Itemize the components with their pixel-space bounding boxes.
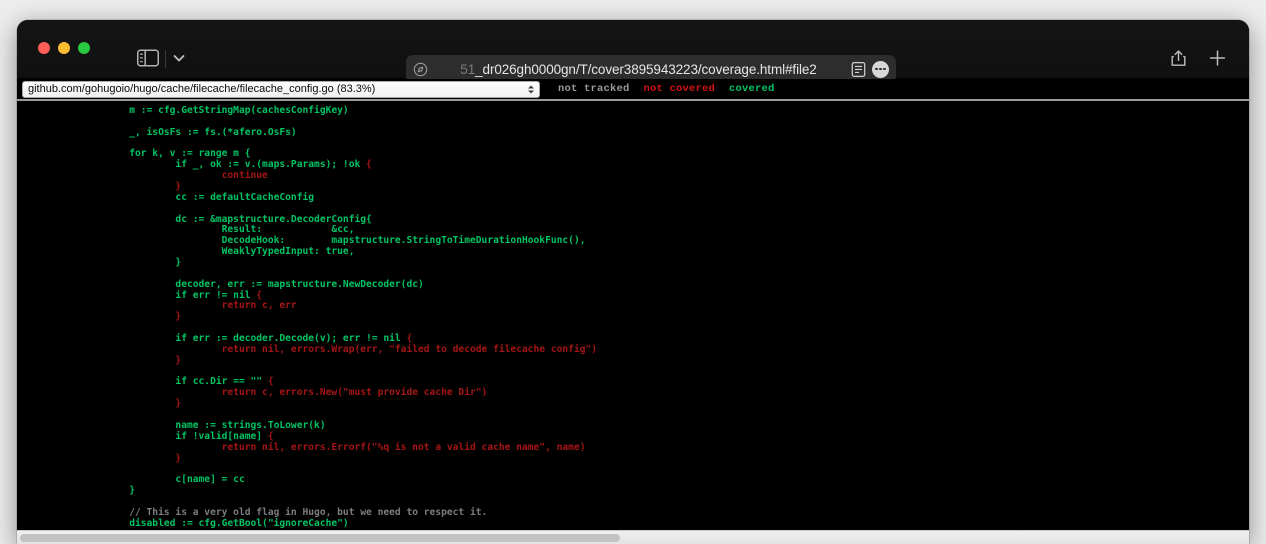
screen: 51_dr026gh0000gn/T/cover3895943223/cover… (0, 0, 1266, 544)
coverage-toolbar: github.com/gohugoio/hugo/cache/filecache… (17, 79, 1249, 101)
legend-not-tracked: not tracked (558, 83, 630, 95)
browser-titlebar: 51_dr026gh0000gn/T/cover3895943223/cover… (17, 20, 1249, 83)
code-segment: continue (83, 170, 268, 182)
reader-view-icon[interactable] (851, 61, 866, 78)
code-segment: } (83, 398, 182, 410)
toolbar-divider (165, 50, 166, 68)
legend-not-covered: not covered (643, 83, 716, 95)
code-segment: decoder, err := mapstructure.NewDecoder(… (83, 278, 424, 290)
code-segment: { (267, 430, 274, 442)
code-segment: return nil, errors.Wrap(err, "failed to … (83, 343, 598, 355)
code-segment: DecodeHook: mapstructure.StringToTimeDur… (83, 235, 586, 247)
legend-covered: covered (729, 83, 775, 95)
code-segment: _, isOsFs := fs.(*afero.OsFs) (83, 126, 297, 138)
code-segment: name := strings.ToLower(k) (83, 419, 326, 431)
code-segment: for k, v := range m { (83, 148, 251, 160)
code-segment: disabled := cfg.GetBool("ignoreCache") (83, 517, 349, 529)
share-icon[interactable] (1170, 48, 1187, 68)
code-segment: } (83, 452, 182, 464)
horizontal-scrollbar[interactable] (17, 530, 1249, 544)
scrollbar-thumb[interactable] (20, 534, 620, 542)
code-segment: // This is a very old flag in Hugo, but … (83, 506, 488, 518)
url-dim-prefix: 51 (460, 61, 476, 77)
code-segment: cc := defaultCacheConfig (83, 191, 315, 203)
url-main: _dr026gh0000gn/T/cover3895943223/coverag… (475, 61, 817, 77)
coverage-code-area: m := cfg.GetStringMap(cachesConfigKey) _… (17, 101, 1249, 544)
compass-icon (413, 62, 428, 77)
code-segment: { (267, 376, 274, 388)
code-segment: if cc.Dir == "" (83, 376, 268, 388)
close-button[interactable] (38, 42, 50, 54)
code-segment: } (83, 311, 182, 323)
ellipsis-icon[interactable] (872, 60, 889, 78)
code-segment: return nil, errors.Errorf("%q is not a v… (83, 441, 586, 453)
browser-window: 51_dr026gh0000gn/T/cover3895943223/cover… (17, 20, 1249, 544)
code-segment: } (83, 354, 182, 366)
code-segment: return c, errors.New("must provide cache… (83, 387, 488, 399)
code-segment: } (83, 257, 182, 269)
code-segment: if err := decoder.Decode(v); err != nil (83, 333, 407, 345)
code-segment: if err != nil (83, 289, 257, 301)
zoom-button[interactable] (78, 42, 90, 54)
minimize-button[interactable] (58, 42, 70, 54)
select-stepper-arrows[interactable] (525, 82, 536, 97)
code-segment: return c, err (83, 300, 297, 312)
new-tab-icon[interactable] (1208, 49, 1227, 68)
code-segment: if !valid[name] (83, 430, 268, 442)
file-selector[interactable]: github.com/gohugoio/hugo/cache/filecache… (22, 80, 540, 98)
code-segment: WeaklyTypedInput: true, (83, 246, 355, 258)
code-segment: Result: &cc, (83, 224, 355, 236)
code-segment: } (83, 181, 182, 193)
coverage-legend: not tracked not covered covered (558, 83, 775, 95)
code-segment: } (83, 485, 135, 497)
code-segment: c[name] = cc (83, 474, 245, 486)
code-segment: if _, ok := v.(maps.Params); !ok (83, 159, 367, 171)
code-segment: { (406, 333, 413, 345)
code-segment: { (366, 159, 372, 171)
source-code: m := cfg.GetStringMap(cachesConfigKey) _… (17, 105, 1249, 530)
code-segment: m := cfg.GetStringMap(cachesConfigKey) (83, 105, 349, 116)
code-segment: { (256, 289, 263, 301)
sidebar-toggle-icon[interactable] (137, 49, 159, 67)
code-segment: dc := &mapstructure.DecoderConfig{ (83, 213, 372, 225)
window-controls (38, 42, 90, 54)
chevron-down-icon[interactable] (171, 50, 187, 66)
url-text[interactable]: 51_dr026gh0000gn/T/cover3895943223/cover… (434, 62, 845, 77)
file-selector-value: github.com/gohugoio/hugo/cache/filecache… (28, 83, 376, 95)
